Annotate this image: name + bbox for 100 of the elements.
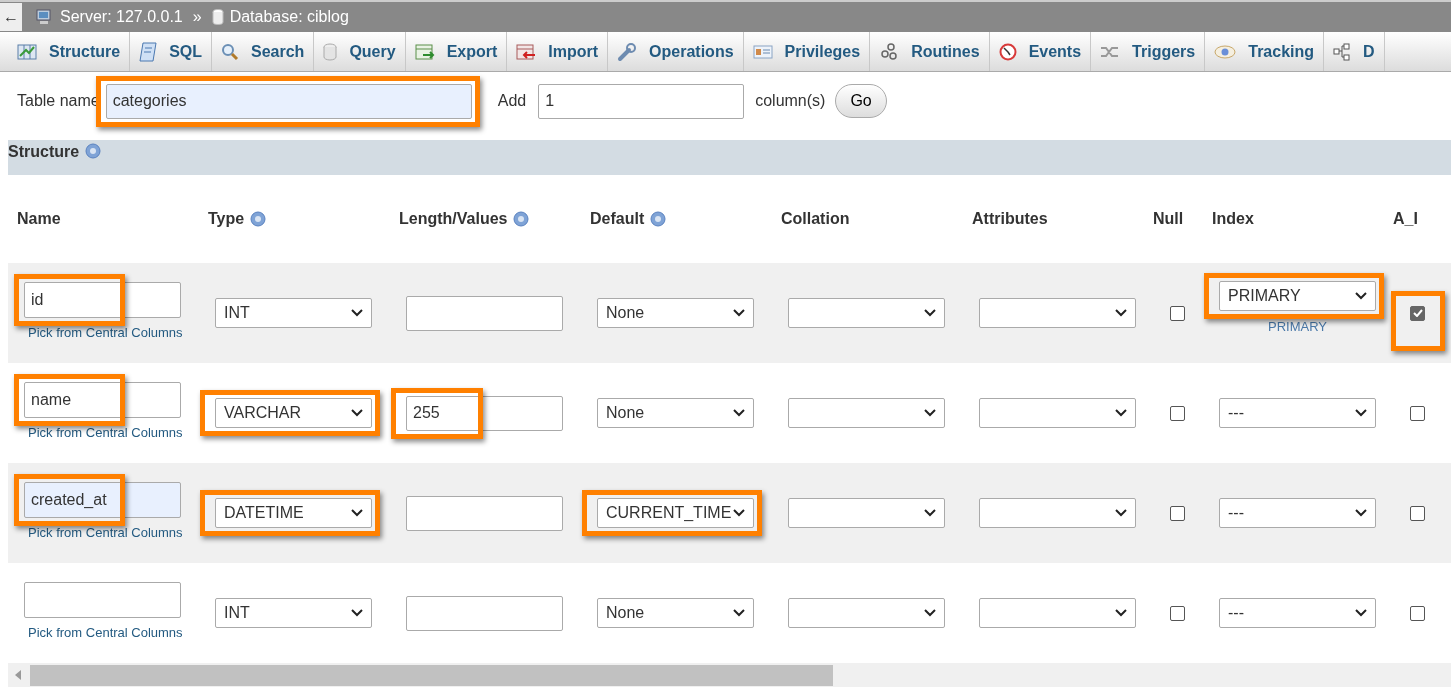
- tab[interactable]: Search: [212, 32, 315, 71]
- database-icon: [211, 9, 224, 25]
- help-icon[interactable]: [85, 143, 102, 159]
- select-field[interactable]: None: [597, 398, 754, 428]
- tab[interactable]: Events: [989, 32, 1092, 71]
- back-button[interactable]: ←: [0, 3, 22, 31]
- column-name-field[interactable]: id: [24, 282, 181, 318]
- tab[interactable]: Privileges: [743, 32, 871, 71]
- null-checkbox[interactable]: [1170, 405, 1185, 421]
- table-name-field[interactable]: categories: [105, 83, 472, 119]
- tab[interactable]: Operations: [608, 32, 744, 71]
- tab[interactable]: Import: [507, 32, 609, 71]
- help-icon[interactable]: [513, 211, 530, 227]
- central-columns-link[interactable]: Pick from Central Columns: [28, 425, 215, 440]
- column-name-field[interactable]: [24, 582, 181, 618]
- select-field[interactable]: [788, 598, 945, 628]
- select-field[interactable]: None: [597, 598, 754, 628]
- chevron-icon: [351, 309, 363, 317]
- select-field[interactable]: [979, 498, 1136, 528]
- auto-increment-checkbox[interactable]: [1410, 505, 1425, 521]
- query-icon: [323, 42, 338, 61]
- operations-icon: [617, 41, 638, 62]
- index-note: PRIMARY: [1268, 318, 1327, 334]
- chevron-icon: [924, 409, 936, 417]
- column-header: Attributes: [972, 210, 1048, 228]
- horizontal-scrollbar[interactable]: [8, 663, 1451, 687]
- select-field[interactable]: [979, 598, 1136, 628]
- chevron-icon: [924, 609, 936, 617]
- auto-increment-checkbox[interactable]: [1410, 405, 1425, 421]
- chevron-icon: [733, 509, 745, 517]
- chevron-icon: [924, 309, 936, 317]
- chevron-icon: [1355, 509, 1367, 517]
- tab[interactable]: Tracking: [1205, 32, 1325, 71]
- length-field[interactable]: [406, 495, 563, 531]
- null-checkbox[interactable]: [1170, 505, 1185, 521]
- select-field[interactable]: INT: [215, 298, 372, 328]
- null-checkbox[interactable]: [1170, 305, 1185, 321]
- server-icon: [36, 9, 54, 25]
- select-field[interactable]: ---: [1219, 598, 1376, 628]
- select-field[interactable]: [979, 398, 1136, 428]
- checkmark-icon: [1412, 309, 1423, 317]
- chevron-icon: [351, 409, 363, 417]
- auto-increment-checkbox[interactable]: [1410, 305, 1425, 321]
- chevron-icon: [351, 609, 363, 617]
- tab[interactable]: Export: [405, 32, 508, 71]
- select-field[interactable]: ---: [1219, 498, 1376, 528]
- select-field[interactable]: [788, 298, 945, 328]
- column-count-field[interactable]: 1: [538, 83, 745, 119]
- column-header: Null: [1153, 210, 1184, 228]
- scroll-left-icon[interactable]: [14, 670, 22, 680]
- column-name-field[interactable]: created_at: [24, 482, 181, 518]
- scrollbar-thumb[interactable]: [30, 664, 833, 686]
- select-field[interactable]: INT: [215, 598, 372, 628]
- chevron-icon: [924, 509, 936, 517]
- tab[interactable]: Triggers: [1091, 32, 1206, 71]
- tab[interactable]: Routines: [870, 32, 990, 71]
- field-label: column(s): [755, 92, 826, 110]
- auto-increment-checkbox[interactable]: [1410, 605, 1425, 621]
- select-field[interactable]: [788, 498, 945, 528]
- tab[interactable]: Query: [314, 32, 406, 71]
- select-field[interactable]: VARCHAR: [215, 398, 372, 428]
- length-field[interactable]: [406, 295, 563, 331]
- column-header: Name: [17, 210, 61, 228]
- chevron-icon: [733, 309, 745, 317]
- chevron-icon: [1115, 509, 1127, 517]
- tab[interactable]: Structure: [8, 32, 131, 71]
- length-field[interactable]: 255: [406, 395, 563, 431]
- tab[interactable]: SQL: [130, 32, 212, 71]
- help-icon[interactable]: [250, 211, 267, 227]
- chevron-icon: [733, 409, 745, 417]
- central-columns-link[interactable]: Pick from Central Columns: [28, 325, 215, 340]
- select-field[interactable]: CURRENT_TIME: [597, 498, 754, 528]
- chevron-icon: [1115, 609, 1127, 617]
- central-columns-link[interactable]: Pick from Central Columns: [28, 625, 215, 640]
- help-icon[interactable]: [650, 211, 667, 227]
- field-label: Add: [497, 92, 527, 110]
- column-header: A_I: [1393, 210, 1418, 228]
- chevron-icon: [1355, 609, 1367, 617]
- select-field[interactable]: ---: [1219, 398, 1376, 428]
- null-checkbox[interactable]: [1170, 605, 1185, 621]
- column-header: Type: [208, 210, 245, 228]
- go-button[interactable]: Go: [835, 84, 887, 118]
- structure-icon: [17, 42, 37, 61]
- central-columns-link[interactable]: Pick from Central Columns: [28, 525, 215, 540]
- export-icon: [414, 43, 435, 60]
- chevron-icon: [351, 509, 363, 517]
- length-field[interactable]: [406, 595, 563, 631]
- select-field[interactable]: None: [597, 298, 754, 328]
- column-name-field[interactable]: name: [24, 382, 181, 418]
- sql-icon: [139, 41, 158, 62]
- database-link[interactable]: Database: ciblog: [229, 8, 349, 26]
- select-field[interactable]: [979, 298, 1136, 328]
- select-field[interactable]: DATETIME: [215, 498, 372, 528]
- select-field[interactable]: [788, 398, 945, 428]
- server-link[interactable]: Server: 127.0.0.1: [60, 8, 183, 26]
- select-field[interactable]: PRIMARY: [1219, 280, 1376, 311]
- tab[interactable]: D: [1324, 32, 1385, 71]
- chevron-icon: [1355, 291, 1367, 300]
- breadcrumb-separator: »: [192, 8, 202, 26]
- chevron-icon: [1355, 409, 1367, 417]
